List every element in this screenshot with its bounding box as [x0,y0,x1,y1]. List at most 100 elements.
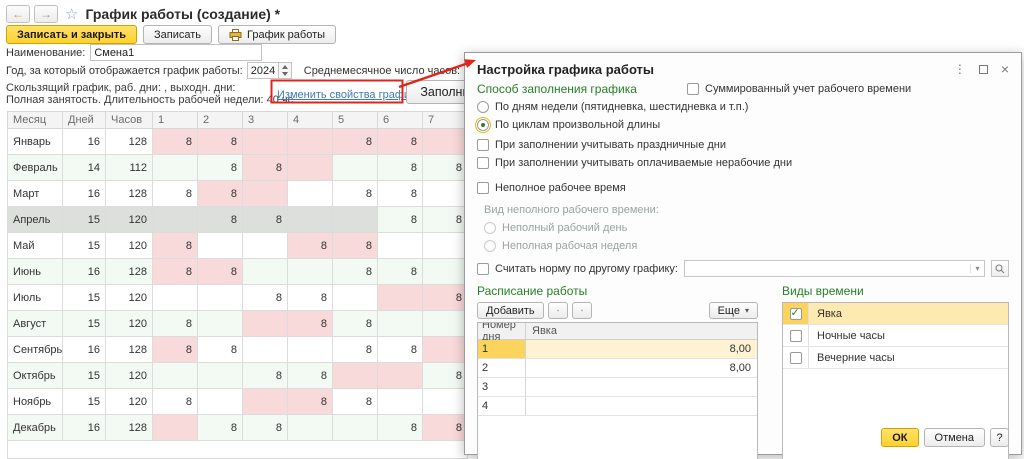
day-cell[interactable]: 8 [198,181,243,207]
attendance-cell[interactable] [526,378,757,396]
day-cell[interactable] [243,337,288,363]
chevron-down-icon[interactable]: ▾ [970,264,984,273]
hours-cell[interactable]: 120 [106,363,153,389]
day-cell[interactable] [153,155,198,181]
attendance-cell[interactable]: 8,00 [526,359,757,377]
spinner-down-icon[interactable] [279,71,291,79]
time-type-checkbox-cell[interactable] [783,303,809,324]
day-cell[interactable] [333,155,378,181]
day-cell[interactable]: 8 [243,155,288,181]
month-cell[interactable]: Ноябрь [8,389,63,415]
norm-other-input[interactable]: ▾ [684,260,985,277]
cycle-day-row[interactable]: 28,00 [478,359,757,378]
days-cell[interactable]: 16 [63,337,106,363]
day-number-cell[interactable]: 3 [478,378,526,396]
norm-other-open-button[interactable] [991,260,1009,277]
day-cell[interactable]: 8 [378,337,423,363]
day-cell[interactable] [423,259,468,285]
day-cell[interactable]: 8 [198,259,243,285]
time-type-checkbox-cell[interactable] [783,347,809,368]
cycle-day-row[interactable]: 4 [478,397,757,416]
days-cell[interactable]: 14 [63,155,106,181]
close-icon[interactable]: × [1001,62,1009,76]
day-cell[interactable]: 8 [423,363,468,389]
hours-cell[interactable]: 120 [106,389,153,415]
day-cell[interactable]: 8 [378,155,423,181]
day-cell[interactable] [288,181,333,207]
day-cell[interactable] [333,285,378,311]
hours-cell[interactable]: 120 [106,233,153,259]
norm-other-checkbox[interactable] [477,263,489,275]
paid-nonworking-option[interactable]: При заполнении учитывать оплачиваемые не… [477,156,1009,170]
day-cell[interactable] [243,259,288,285]
day-cell[interactable]: 8 [333,259,378,285]
day-cell[interactable] [378,285,423,311]
day-cell[interactable] [288,415,333,441]
day-cell[interactable]: 8 [153,311,198,337]
month-cell[interactable]: Август [8,311,63,337]
hours-cell[interactable]: 128 [106,259,153,285]
day-cell[interactable] [423,311,468,337]
day-cell[interactable]: 8 [198,337,243,363]
days-cell[interactable]: 16 [63,259,106,285]
day-cell[interactable]: 8 [378,415,423,441]
month-cell[interactable]: Сентябрь [8,337,63,363]
parttime-checkbox[interactable] [477,182,489,194]
days-cell[interactable]: 16 [63,415,106,441]
more-menu-icon[interactable]: ⋮ [954,63,966,75]
save-button[interactable]: Записать [143,25,212,44]
hours-cell[interactable]: 128 [106,181,153,207]
day-cell[interactable]: 8 [423,155,468,181]
day-cell[interactable] [423,337,468,363]
day-cell[interactable] [288,337,333,363]
day-cell[interactable]: 8 [153,181,198,207]
day-cell[interactable] [288,129,333,155]
year-input[interactable] [247,62,279,79]
days-cell[interactable]: 15 [63,363,106,389]
day-cell[interactable] [288,207,333,233]
day-cell[interactable]: 8 [153,233,198,259]
days-cell[interactable]: 15 [63,285,106,311]
save-and-close-button[interactable]: Записать и закрыть [6,25,137,44]
cycle-day-row[interactable]: 3 [478,378,757,397]
year-spinner[interactable] [279,62,292,79]
month-cell[interactable]: Апрель [8,207,63,233]
day-cell[interactable] [378,311,423,337]
hours-cell[interactable]: 128 [106,415,153,441]
day-cell[interactable] [198,389,243,415]
hours-cell[interactable]: 120 [106,311,153,337]
month-cell[interactable]: Февраль [8,155,63,181]
hours-cell[interactable]: 128 [106,337,153,363]
day-cell[interactable]: 8 [288,285,333,311]
day-cell[interactable]: 8 [198,155,243,181]
ok-button[interactable]: ОК [881,428,918,447]
day-cell[interactable] [243,389,288,415]
help-button[interactable]: ? [990,428,1009,447]
hours-cell[interactable]: 120 [106,207,153,233]
time-type-row[interactable]: Вечерние часы [783,347,1008,369]
day-cell[interactable] [198,363,243,389]
day-cell[interactable]: 8 [198,207,243,233]
day-cell[interactable]: 8 [153,259,198,285]
day-number-cell[interactable]: 1 [478,340,526,358]
day-cell[interactable]: 8 [333,389,378,415]
month-cell[interactable]: Декабрь [8,415,63,441]
move-up-button[interactable] [548,302,568,319]
time-type-checkbox[interactable] [790,330,802,342]
move-down-button[interactable] [572,302,592,319]
day-cell[interactable]: 8 [333,337,378,363]
day-cell[interactable] [423,181,468,207]
day-cell[interactable]: 8 [288,311,333,337]
days-cell[interactable]: 15 [63,207,106,233]
day-cell[interactable]: 8 [153,337,198,363]
add-row-button[interactable]: Добавить [477,302,544,319]
day-number-cell[interactable]: 2 [478,359,526,377]
more-actions-button[interactable]: Еще ▾ [709,302,758,319]
time-type-checkbox[interactable] [790,308,802,320]
day-cell[interactable] [333,415,378,441]
by-cycles-option[interactable]: По циклам произвольной длины [477,118,1009,132]
day-cell[interactable] [423,233,468,259]
day-cell[interactable]: 8 [243,285,288,311]
day-cell[interactable] [333,363,378,389]
day-cell[interactable]: 8 [153,389,198,415]
